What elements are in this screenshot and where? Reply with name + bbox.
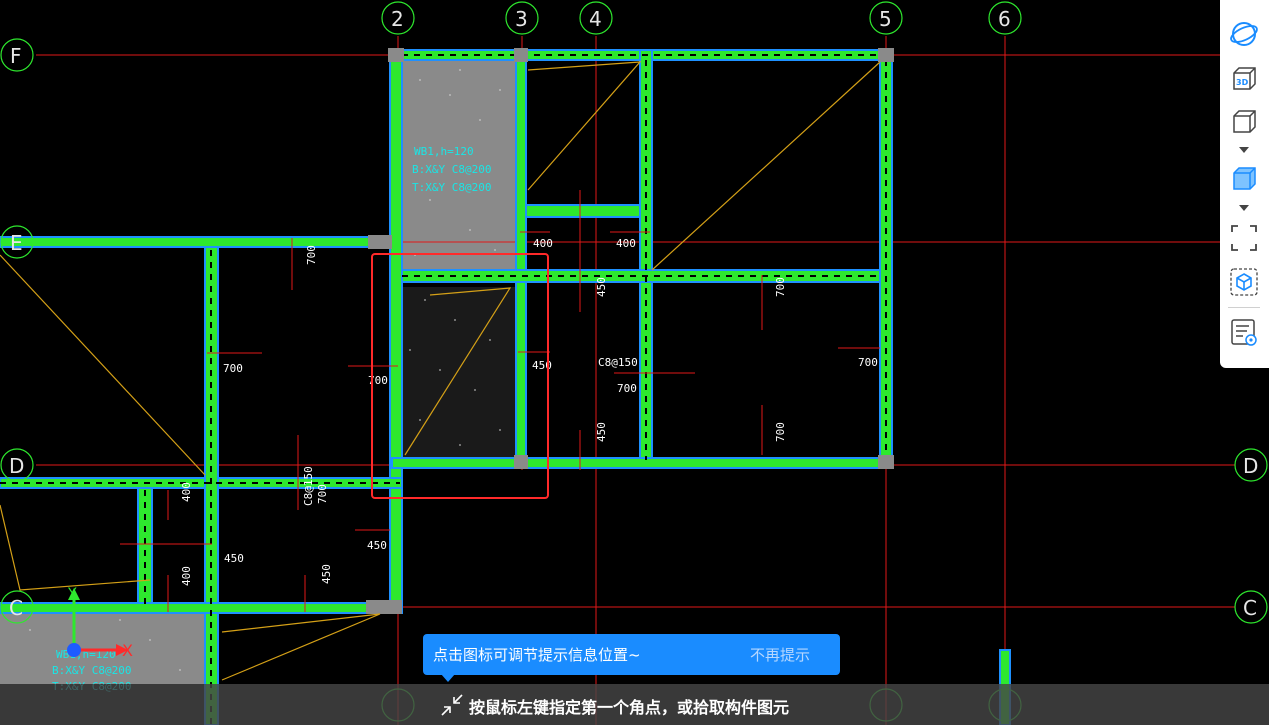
dimension-label: 450 bbox=[367, 539, 387, 552]
axis-labels: 2 3 4 5 6 F E D C D C bbox=[9, 7, 1258, 620]
dimension-label: 450 bbox=[595, 422, 608, 442]
select-3d-icon[interactable] bbox=[1228, 266, 1260, 298]
axis-label-E: E bbox=[10, 231, 23, 255]
axis-label-D: D bbox=[9, 454, 24, 478]
axis-label-2: 2 bbox=[391, 7, 404, 31]
dimension-label: 700 bbox=[223, 362, 243, 375]
axis-label-D-right: D bbox=[1243, 454, 1258, 478]
dimension-label: 700 bbox=[617, 382, 637, 395]
command-prompt: 按鼠标左键指定第一个角点，或拾取构件图元 bbox=[469, 698, 790, 717]
dimension-label: 400 bbox=[180, 566, 193, 586]
dont-show-again-button[interactable]: 不再提示 bbox=[750, 644, 810, 665]
axis-label-5: 5 bbox=[879, 7, 892, 31]
dimension-label: 700 bbox=[774, 422, 787, 442]
chevron-down-icon[interactable] bbox=[1237, 203, 1251, 213]
dimension-label: 450 bbox=[595, 277, 608, 297]
svg-text:B:X&Y C8@200: B:X&Y C8@200 bbox=[412, 163, 491, 176]
axis-label-C: C bbox=[9, 596, 23, 620]
axis-label-4: 4 bbox=[589, 7, 602, 31]
dimension-labels: 700 700 700 C8@150 700 450 C8@150 700 70… bbox=[180, 237, 878, 586]
dimension-label: 400 bbox=[533, 237, 553, 250]
view-3d-icon[interactable]: 3D bbox=[1228, 62, 1260, 94]
cube-solid-icon[interactable] bbox=[1228, 162, 1260, 194]
shrink-arrows-icon[interactable] bbox=[440, 693, 464, 717]
hint-text: 点击图标可调节提示信息位置~ bbox=[433, 646, 641, 664]
orbit-icon[interactable] bbox=[1228, 18, 1260, 50]
svg-text:B:X&Y C8@200: B:X&Y C8@200 bbox=[52, 664, 131, 677]
axis-label-F: F bbox=[10, 44, 22, 68]
drawing-canvas[interactable]: 700 700 700 C8@150 700 450 C8@150 700 70… bbox=[0, 0, 1269, 725]
hint-pointer bbox=[441, 674, 455, 682]
ucs-y-label: Y bbox=[67, 586, 77, 602]
axis-label-6: 6 bbox=[998, 7, 1011, 31]
view-toolbar: 3D bbox=[1220, 0, 1269, 368]
zoom-extents-icon[interactable] bbox=[1228, 222, 1260, 254]
svg-text:WB1,h=120: WB1,h=120 bbox=[414, 145, 474, 158]
dimension-label: 450 bbox=[224, 552, 244, 565]
dimension-label: C8@150 bbox=[302, 466, 315, 506]
ucs-x-label: X bbox=[122, 641, 133, 660]
dimension-label: 400 bbox=[616, 237, 636, 250]
axis-label-3: 3 bbox=[515, 7, 528, 31]
chevron-down-icon[interactable] bbox=[1237, 145, 1251, 155]
dimension-label: 700 bbox=[774, 277, 787, 297]
toolbar-divider bbox=[1228, 307, 1260, 308]
dimension-label: 700 bbox=[305, 245, 318, 265]
svg-text:3D: 3D bbox=[1236, 78, 1249, 87]
axis-label-C-right: C bbox=[1243, 596, 1257, 620]
dimension-label: 700 bbox=[368, 374, 388, 387]
dimension-label: 700 bbox=[316, 484, 329, 504]
cube-wireframe-icon[interactable] bbox=[1228, 105, 1260, 137]
hint-popup[interactable]: 点击图标可调节提示信息位置~ 不再提示 bbox=[423, 634, 840, 682]
properties-view-icon[interactable] bbox=[1228, 316, 1260, 348]
dimension-label: 700 bbox=[858, 356, 878, 369]
dimension-label: C8@150 bbox=[598, 356, 638, 369]
dimension-label: 450 bbox=[320, 564, 333, 584]
dimension-label: 400 bbox=[180, 482, 193, 502]
svg-text:T:X&Y C8@200: T:X&Y C8@200 bbox=[412, 181, 491, 194]
